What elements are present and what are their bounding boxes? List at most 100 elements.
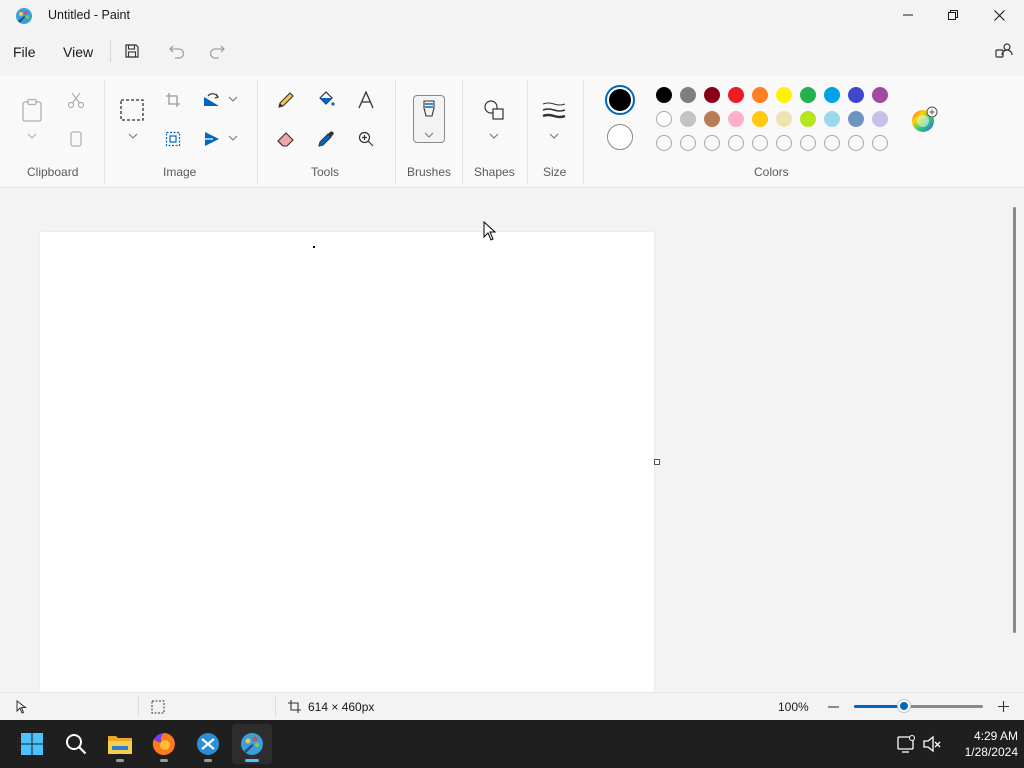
palette-swatch[interactable]: [824, 111, 840, 127]
palette-swatch[interactable]: [776, 87, 792, 103]
text-tool[interactable]: [352, 86, 380, 114]
palette-swatch[interactable]: [800, 87, 816, 103]
taskbar-vscode[interactable]: [188, 724, 228, 764]
palette-swatch[interactable]: [680, 87, 696, 103]
taskbar: 4:29 AM 1/28/2024: [0, 720, 1024, 768]
palette-swatch[interactable]: [728, 111, 744, 127]
redo-icon: [209, 45, 225, 59]
scissors-icon: [67, 92, 85, 109]
canvas-dot: [313, 246, 315, 248]
palette-swatch[interactable]: [656, 111, 672, 127]
redo-button[interactable]: [206, 41, 228, 61]
fill-tool[interactable]: [312, 86, 340, 114]
copy-button[interactable]: [62, 125, 90, 153]
palette-swatch[interactable]: [680, 111, 696, 127]
account-icon[interactable]: [994, 41, 1014, 61]
primary-color-swatch[interactable]: [605, 85, 635, 115]
palette-empty-slot[interactable]: [704, 135, 720, 151]
size-button[interactable]: [540, 96, 568, 124]
palette-empty-slot[interactable]: [800, 135, 816, 151]
zoom-out-icon[interactable]: [828, 702, 839, 712]
palette-swatch[interactable]: [848, 87, 864, 103]
paste-dropdown-chevron-icon[interactable]: [27, 133, 37, 139]
canvas-resize-handle[interactable]: [654, 459, 660, 465]
rotate-dropdown-chevron-icon[interactable]: [228, 96, 238, 102]
menu-view[interactable]: View: [63, 44, 93, 60]
device-notification-icon[interactable]: [896, 734, 916, 754]
select-button[interactable]: [118, 96, 146, 124]
cut-button[interactable]: [62, 86, 90, 114]
eraser-tool[interactable]: [272, 125, 300, 153]
start-button[interactable]: [12, 724, 52, 764]
palette-swatch[interactable]: [824, 87, 840, 103]
palette-swatch[interactable]: [800, 111, 816, 127]
restore-button[interactable]: [930, 0, 976, 30]
line-size-icon: [542, 102, 566, 119]
rotate-button[interactable]: [198, 86, 226, 114]
palette-swatch[interactable]: [704, 111, 720, 127]
minimize-icon: [903, 14, 913, 16]
palette-swatch[interactable]: [752, 87, 768, 103]
select-dropdown-chevron-icon[interactable]: [128, 133, 138, 139]
taskbar-paint[interactable]: [232, 724, 272, 764]
size-chevron-icon[interactable]: [549, 133, 559, 139]
flip-dropdown-chevron-icon[interactable]: [228, 135, 238, 141]
eyedropper-icon: [318, 131, 334, 147]
brushes-button[interactable]: [413, 95, 445, 143]
taskbar-firefox[interactable]: [144, 724, 184, 764]
drawing-canvas[interactable]: [40, 232, 654, 692]
shapes-chevron-icon[interactable]: [489, 133, 499, 139]
volume-muted-icon[interactable]: [922, 734, 942, 754]
palette-swatch[interactable]: [776, 111, 792, 127]
palette-swatch[interactable]: [656, 87, 672, 103]
paste-button[interactable]: [18, 96, 46, 124]
taskbar-file-explorer[interactable]: [100, 724, 140, 764]
crop-icon: [166, 93, 180, 107]
eraser-icon: [277, 132, 294, 147]
zoom-slider-track[interactable]: [854, 705, 983, 708]
paint-bucket-icon: [319, 91, 335, 106]
group-label-tools: Tools: [311, 165, 340, 179]
minimize-button[interactable]: [885, 0, 931, 30]
shapes-button[interactable]: [480, 96, 508, 124]
palette-empty-slot[interactable]: [752, 135, 768, 151]
vertical-scrollbar[interactable]: [1013, 207, 1016, 633]
edit-colors-wheel-icon[interactable]: [910, 106, 938, 134]
color-picker-tool[interactable]: [312, 125, 340, 153]
menu-file[interactable]: File: [13, 44, 36, 60]
save-button[interactable]: [121, 41, 143, 61]
zoom-slider-fill: [854, 705, 904, 708]
pencil-tool[interactable]: [272, 86, 300, 114]
palette-empty-slot[interactable]: [656, 135, 672, 151]
palette-swatch[interactable]: [752, 111, 768, 127]
crop-button[interactable]: [159, 86, 187, 114]
palette-swatch[interactable]: [872, 111, 888, 127]
palette-swatch[interactable]: [848, 111, 864, 127]
group-divider: [462, 80, 463, 184]
palette-empty-slot[interactable]: [824, 135, 840, 151]
canvas-workspace: [0, 189, 1024, 692]
running-indicator: [116, 759, 124, 762]
zoom-slider-thumb[interactable]: [898, 700, 910, 712]
palette-empty-slot[interactable]: [776, 135, 792, 151]
menu-divider: [110, 40, 111, 62]
palette-empty-slot[interactable]: [848, 135, 864, 151]
clock-time: 4:29 AM: [973, 729, 1018, 743]
undo-button[interactable]: [166, 41, 188, 61]
palette-swatch[interactable]: [704, 87, 720, 103]
magnifier-tool[interactable]: [352, 125, 380, 153]
system-clock[interactable]: 4:29 AM 1/28/2024: [946, 728, 1018, 760]
palette-empty-slot[interactable]: [872, 135, 888, 151]
palette-swatch[interactable]: [872, 87, 888, 103]
taskbar-search-button[interactable]: [56, 724, 96, 764]
brushes-chevron-icon: [424, 132, 434, 138]
palette-empty-slot[interactable]: [680, 135, 696, 151]
resize-button[interactable]: [159, 125, 187, 153]
close-button[interactable]: [976, 0, 1022, 30]
palette-swatch[interactable]: [728, 87, 744, 103]
palette-empty-slot[interactable]: [728, 135, 744, 151]
group-divider: [104, 80, 105, 184]
flip-button[interactable]: [198, 125, 226, 153]
secondary-color-swatch[interactable]: [607, 124, 633, 150]
zoom-in-icon[interactable]: [998, 701, 1009, 712]
